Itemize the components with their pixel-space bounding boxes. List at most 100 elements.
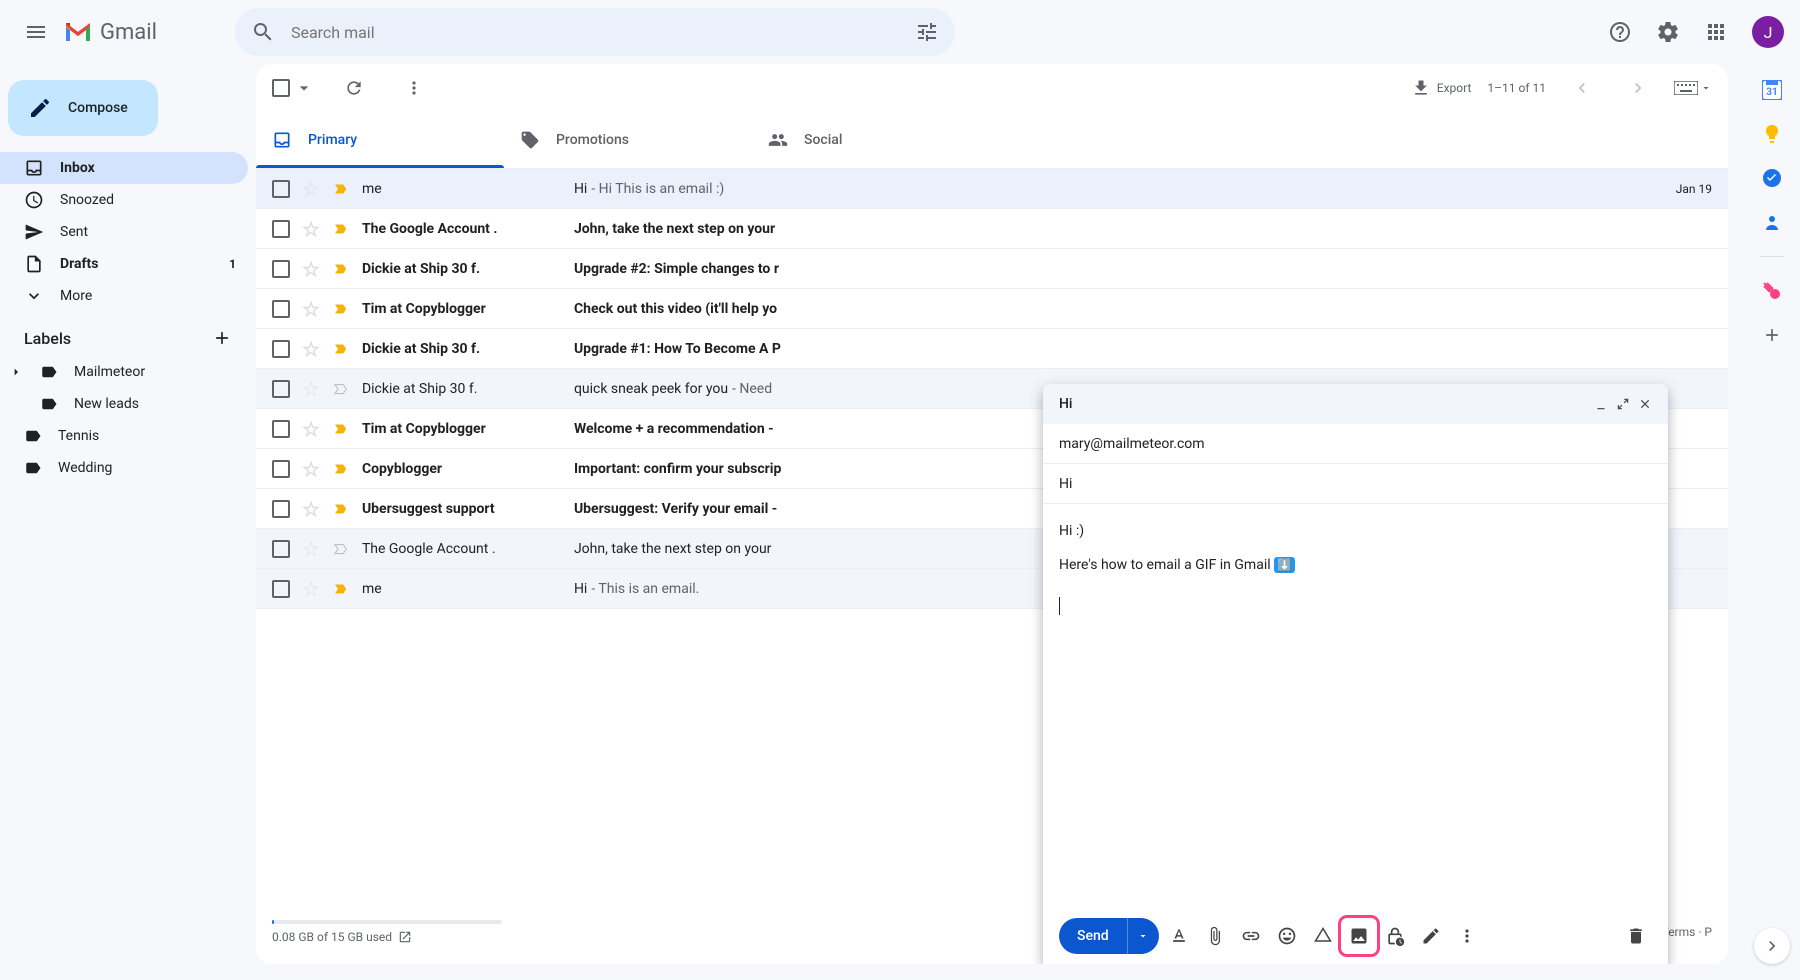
open-external-icon[interactable] [398, 930, 412, 944]
email-checkbox[interactable] [272, 580, 290, 598]
label-new-leads[interactable]: New leads [0, 388, 248, 420]
label-wedding[interactable]: Wedding [0, 452, 248, 484]
email-checkbox[interactable] [272, 300, 290, 318]
star-button[interactable]: ☆ [302, 377, 320, 401]
email-row[interactable]: ☆meHi - Hi This is an email :)Jan 19 [256, 169, 1728, 209]
email-checkbox[interactable] [272, 460, 290, 478]
important-icon[interactable] [332, 340, 350, 358]
confidential-button[interactable] [1379, 920, 1411, 952]
help-button[interactable] [1600, 12, 1640, 52]
sidebar-item-more[interactable]: More [0, 280, 248, 312]
attach-button[interactable] [1199, 920, 1231, 952]
gmail-logo[interactable]: Gmail [64, 20, 157, 45]
add-label-button[interactable] [212, 328, 232, 348]
formatting-button[interactable] [1163, 920, 1195, 952]
calendar-app-button[interactable]: 31 [1762, 80, 1782, 100]
compose-header[interactable]: Hi [1043, 384, 1668, 424]
important-icon[interactable] [332, 460, 350, 478]
select-all-checkbox[interactable] [272, 79, 290, 97]
email-row[interactable]: ☆The Google Account .John, take the next… [256, 209, 1728, 249]
fullscreen-button[interactable] [1616, 397, 1630, 411]
email-checkbox[interactable] [272, 180, 290, 198]
send-options-button[interactable] [1127, 918, 1159, 954]
important-icon[interactable] [332, 260, 350, 278]
account-avatar[interactable]: J [1752, 16, 1784, 48]
signature-button[interactable] [1415, 920, 1447, 952]
important-icon[interactable] [332, 220, 350, 238]
star-button[interactable]: ☆ [302, 337, 320, 361]
email-sender: Dickie at Ship 30 f. [362, 261, 562, 277]
pencil-icon [28, 96, 52, 120]
prev-page-button[interactable] [1562, 68, 1602, 108]
email-row[interactable]: ☆Dickie at Ship 30 f.Upgrade #2: Simple … [256, 249, 1728, 289]
footer-terms[interactable]: Terms · P [1662, 925, 1712, 939]
send-button[interactable]: Send [1059, 918, 1159, 954]
star-button[interactable]: ☆ [302, 457, 320, 481]
email-checkbox[interactable] [272, 340, 290, 358]
sidebar-item-inbox[interactable]: Inbox [0, 152, 248, 184]
compose-body[interactable]: Hi :) Here's how to email a GIF in Gmail… [1043, 504, 1668, 908]
important-icon[interactable] [332, 580, 350, 598]
minimize-button[interactable] [1594, 397, 1608, 411]
important-icon[interactable] [332, 180, 350, 198]
mailmeteor-app-button[interactable] [1762, 281, 1782, 301]
email-checkbox[interactable] [272, 500, 290, 518]
label-mailmeteor[interactable]: Mailmeteor [0, 356, 248, 388]
email-checkbox[interactable] [272, 260, 290, 278]
important-icon[interactable] [332, 300, 350, 318]
compose-button[interactable]: Compose [8, 80, 158, 136]
star-button[interactable]: ☆ [302, 537, 320, 561]
star-button[interactable]: ☆ [302, 177, 320, 201]
important-icon[interactable] [332, 420, 350, 438]
export-button[interactable]: Export [1411, 78, 1472, 98]
side-panel-toggle[interactable] [1754, 928, 1790, 964]
chevron-down-icon[interactable] [294, 78, 314, 98]
email-row[interactable]: ☆Tim at CopybloggerCheck out this video … [256, 289, 1728, 329]
keep-app-button[interactable] [1762, 124, 1782, 144]
settings-button[interactable] [1648, 12, 1688, 52]
tab-promotions[interactable]: Promotions [504, 112, 752, 168]
emoji-button[interactable] [1271, 920, 1303, 952]
star-button[interactable]: ☆ [302, 257, 320, 281]
input-tools-button[interactable] [1674, 81, 1712, 95]
label-tennis[interactable]: Tennis [0, 420, 248, 452]
contacts-app-button[interactable] [1762, 212, 1782, 232]
star-button[interactable]: ☆ [302, 497, 320, 521]
sidebar-item-snoozed[interactable]: Snoozed [0, 184, 248, 216]
search-input[interactable] [291, 23, 899, 42]
email-checkbox[interactable] [272, 540, 290, 558]
important-icon[interactable] [332, 500, 350, 518]
star-button[interactable]: ☆ [302, 217, 320, 241]
refresh-button[interactable] [334, 68, 374, 108]
main-menu-button[interactable] [16, 12, 56, 52]
apps-button[interactable] [1696, 12, 1736, 52]
compose-more-button[interactable] [1451, 920, 1483, 952]
storage-text: 0.08 GB of 15 GB used [272, 930, 392, 944]
sidebar-item-sent[interactable]: Sent [0, 216, 248, 248]
tasks-app-button[interactable] [1762, 168, 1782, 188]
compose-to-field[interactable]: mary@mailmeteor.com [1043, 424, 1668, 464]
close-button[interactable] [1638, 397, 1652, 411]
more-button[interactable] [394, 68, 434, 108]
email-checkbox[interactable] [272, 380, 290, 398]
important-outline-icon[interactable] [332, 540, 350, 558]
tab-primary[interactable]: Primary [256, 112, 504, 168]
star-button[interactable]: ☆ [302, 297, 320, 321]
add-app-button[interactable] [1762, 325, 1782, 345]
search-bar[interactable] [235, 8, 955, 56]
insert-photo-button[interactable] [1343, 920, 1375, 952]
tab-social[interactable]: Social [752, 112, 1000, 168]
star-button[interactable]: ☆ [302, 417, 320, 441]
important-outline-icon[interactable] [332, 380, 350, 398]
tune-icon[interactable] [915, 20, 939, 44]
email-checkbox[interactable] [272, 220, 290, 238]
compose-subject-field[interactable]: Hi [1043, 464, 1668, 504]
discard-draft-button[interactable] [1620, 920, 1652, 952]
email-checkbox[interactable] [272, 420, 290, 438]
link-button[interactable] [1235, 920, 1267, 952]
next-page-button[interactable] [1618, 68, 1658, 108]
drive-button[interactable] [1307, 920, 1339, 952]
star-button[interactable]: ☆ [302, 577, 320, 601]
sidebar-item-drafts[interactable]: Drafts1 [0, 248, 248, 280]
email-row[interactable]: ☆Dickie at Ship 30 f.Upgrade #1: How To … [256, 329, 1728, 369]
